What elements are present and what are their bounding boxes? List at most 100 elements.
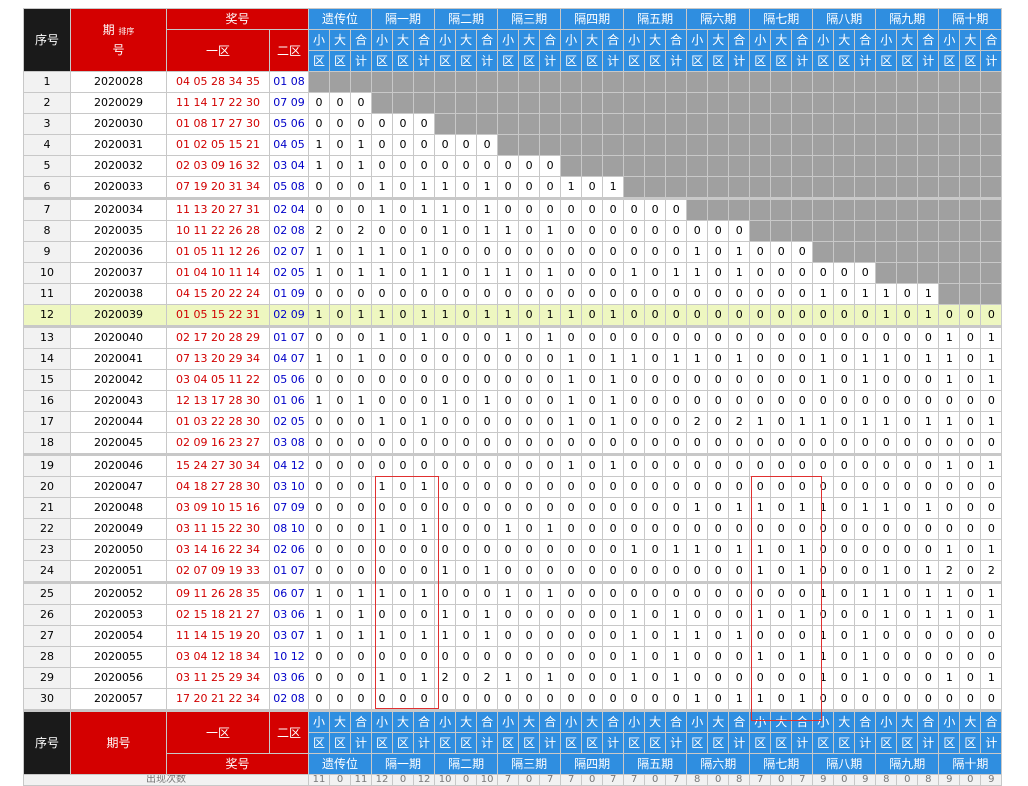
table-row[interactable]: 28 2020055 03 04 12 18 34 10 12 0 0 0 0 0 0 0 0 0 0 0 0…: [23, 646, 1003, 668]
count-cell: 1: [665, 646, 688, 668]
count-cell: 0: [959, 369, 982, 391]
count-cell: 0: [854, 432, 877, 455]
table-row[interactable]: 5 2020032 02 03 09 16 32 03 04 1 0 1 0 0 0 0 0 0 0 0 0: [23, 155, 1003, 177]
sort-button[interactable]: 排序: [118, 27, 134, 36]
count-cell: 1: [476, 390, 499, 412]
table-row[interactable]: 10 2020037 01 04 10 11 14 02 05 1 0 1 1 0 1 1 0 1 1 0 1…: [23, 262, 1003, 284]
table-row[interactable]: 3 2020030 01 08 17 27 30 05 06 0 0 0 0 0 0: [23, 113, 1003, 135]
footer-sub-bottom: 区: [371, 732, 394, 754]
count-cell: 1: [413, 325, 436, 349]
count-cell: 0: [371, 113, 394, 135]
table-row[interactable]: 17 2020044 01 03 22 28 30 02 05 0 0 0 1 0 1 0 0 0 0 0 0…: [23, 411, 1003, 433]
table-row[interactable]: 29 2020056 03 11 25 29 34 03 06 0 0 0 1 0 1 2 0 2 1 0 1…: [23, 667, 1003, 689]
count-cell: 0: [518, 560, 541, 583]
count-cell: 0: [602, 220, 625, 242]
count-cell: 0: [665, 197, 688, 221]
table-row[interactable]: 1 2020028 04 05 28 34 35 01 08: [23, 71, 1003, 93]
row-period: 2020053: [70, 604, 167, 626]
header-sub-bottom: 计: [602, 50, 625, 72]
count-cell: 0: [560, 283, 583, 305]
table-row[interactable]: 15 2020042 03 04 05 11 22 05 06 0 0 0 0 0 0 0 0 0 0 0 0…: [23, 369, 1003, 391]
table-row[interactable]: 20 2020047 04 18 27 28 30 03 10 0 0 0 1 0 1 0 0 0 0 0 0…: [23, 476, 1003, 498]
count-cell: 0: [707, 453, 730, 477]
table-row[interactable]: 11 2020038 04 15 20 22 24 01 09 0 0 0 0 0 0 0 0 0 0 0 0…: [23, 283, 1003, 305]
count-cell: 0: [434, 453, 457, 477]
table-row[interactable]: 22 2020049 03 11 15 22 30 08 10 0 0 0 1 0 1 0 0 0 1 0 1…: [23, 518, 1003, 540]
count-cell: 0: [392, 304, 415, 327]
count-cell: 0: [896, 369, 919, 391]
count-cell: 0: [518, 625, 541, 647]
table-row[interactable]: 14 2020041 07 13 20 29 34 04 07 1 0 1 0 0 0 0 0 0 0 0 0…: [23, 348, 1003, 370]
header-sub-top: 合: [539, 29, 562, 51]
table-row[interactable]: 2 2020029 11 14 17 22 30 07 09 0 0 0: [23, 92, 1003, 114]
count-cell: 1: [980, 348, 1003, 370]
table-row[interactable]: 18 2020045 02 09 16 23 27 03 08 0 0 0 0 0 0 0 0 0 0 0 0…: [23, 432, 1003, 455]
count-cell: 0: [854, 560, 877, 583]
table-row[interactable]: 19 2020046 15 24 27 30 34 04 12 0 0 0 0 0 0 0 0 0 0 0 0…: [23, 453, 1003, 477]
table-row[interactable]: 8 2020035 10 11 22 26 28 02 08 2 0 2 0 0 0 1 0 1 1 0 1 0…: [23, 220, 1003, 242]
header-period[interactable]: 期 排序号: [70, 8, 167, 72]
count-cell: 0: [602, 667, 625, 689]
table-row[interactable]: 16 2020043 12 13 17 28 30 01 06 1 0 1 0 0 0 1 0 1 0 0 0…: [23, 390, 1003, 412]
table-row[interactable]: 9 2020036 01 05 11 12 26 02 07 1 0 1 1 0 1 0 0 0 0 0 0 0…: [23, 241, 1003, 263]
count-cell: 0: [602, 560, 625, 583]
empty-cell: [938, 134, 961, 156]
count-cell: 2: [350, 220, 373, 242]
count-cell: 0: [728, 432, 751, 455]
count-cell: 0: [371, 688, 394, 711]
table-row[interactable]: 7 2020034 11 13 20 27 31 02 04 0 0 0 1 0 1 1 0 1 0 0 0 0…: [23, 197, 1003, 221]
count-cell: 1: [308, 304, 331, 327]
footer-sub-top: 合: [602, 709, 625, 733]
count-cell: 0: [959, 646, 982, 668]
count-cell: 1: [938, 667, 961, 689]
empty-cell: [707, 113, 730, 135]
table-row[interactable]: 12 2020039 01 05 15 22 31 02 09 1 0 1 1 0 1 1 0 1 1 0 1…: [23, 304, 1003, 327]
count-cell: 0: [896, 667, 919, 689]
count-cell: 1: [476, 304, 499, 327]
count-cell: 0: [833, 497, 856, 519]
table-row[interactable]: 21 2020048 03 09 10 15 16 07 09 0 0 0 0 0 0 0 0 0 0 0 0…: [23, 497, 1003, 519]
empty-cell: [833, 92, 856, 114]
count-cell: 0: [476, 581, 499, 605]
count-cell: 0: [875, 625, 898, 647]
count-cell: 0: [539, 625, 562, 647]
header-sub-bottom: 计: [476, 50, 499, 72]
table-row[interactable]: 26 2020053 02 15 18 21 27 03 06 1 0 1 0 0 0 1 0 1 0 0 0…: [23, 604, 1003, 626]
table-row[interactable]: 30 2020057 17 20 21 22 34 02 08 0 0 0 0 0 0 0 0 0 0 0 0…: [23, 688, 1003, 711]
table-row[interactable]: 4 2020031 01 02 05 15 21 04 05 1 0 1 0 0 0 0 0 0: [23, 134, 1003, 156]
row-seq: 6: [23, 176, 71, 199]
empty-cell: [854, 113, 877, 135]
empty-cell: [665, 134, 688, 156]
empty-cell: [455, 71, 478, 93]
count-cell: 0: [455, 432, 478, 455]
count-cell: 1: [413, 262, 436, 284]
count-cell: 0: [497, 197, 520, 221]
empty-cell: [875, 220, 898, 242]
count-cell: 0: [896, 539, 919, 561]
header-sub-top: 合: [413, 29, 436, 51]
count-cell: 0: [833, 646, 856, 668]
count-cell: 0: [392, 581, 415, 605]
count-cell: 0: [413, 113, 436, 135]
empty-cell: [581, 134, 604, 156]
table-row[interactable]: 25 2020052 09 11 26 28 35 06 07 1 0 1 1 0 1 0 0 0 1 0 1…: [23, 581, 1003, 605]
count-cell: 1: [665, 348, 688, 370]
empty-cell: [980, 155, 1003, 177]
row-seq: 4: [23, 134, 71, 156]
count-cell: 0: [581, 453, 604, 477]
count-cell: 0: [707, 432, 730, 455]
count-cell: 0: [560, 220, 583, 242]
table-row[interactable]: 6 2020033 07 19 20 31 34 05 08 0 0 0 1 0 1 1 0 1 0 0 0 1…: [23, 176, 1003, 199]
header-sub-top: 合: [917, 29, 940, 51]
count-cell: 0: [833, 348, 856, 370]
table-row[interactable]: 23 2020050 03 14 16 22 34 02 06 0 0 0 0 0 0 0 0 0 0 0 0…: [23, 539, 1003, 561]
table-row[interactable]: 27 2020054 11 14 15 19 20 03 07 1 0 1 1 0 1 1 0 1 0 0 0…: [23, 625, 1003, 647]
table-row[interactable]: 24 2020051 02 07 09 19 33 01 07 0 0 0 0 0 0 1 0 1 0 0 0…: [23, 560, 1003, 583]
count-cell: 0: [581, 262, 604, 284]
count-cell: 0: [350, 283, 373, 305]
footer-sub-top: 小: [938, 709, 961, 733]
count-cell: 0: [707, 518, 730, 540]
table-row[interactable]: 13 2020040 02 17 20 28 29 01 07 0 0 0 1 0 1 0 0 0 1 0 1…: [23, 325, 1003, 349]
footer-sub-bottom: 区: [560, 732, 583, 754]
footer-sub-bottom: 区: [434, 732, 457, 754]
